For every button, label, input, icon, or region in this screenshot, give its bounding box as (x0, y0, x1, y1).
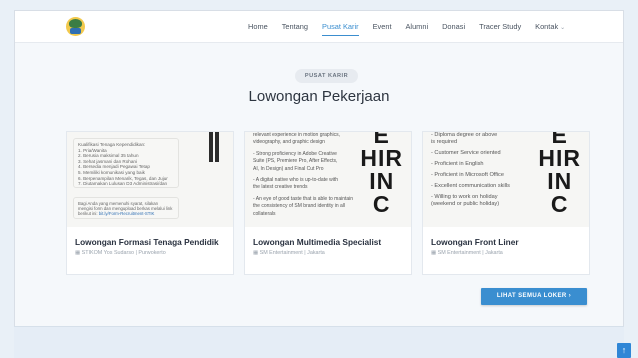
poster-line: relevant experience in motion graphics, (253, 132, 340, 138)
poster-line: Suite (PS, Premiere Pro, After Effects, (253, 158, 338, 165)
site-header: Home Tentang Pusat Karir Event Alumni Do… (15, 11, 623, 43)
footer-strip (14, 326, 624, 358)
poster-line: - Strong proficiency in Adobe Creative (253, 150, 337, 157)
job-card-meta: ▦ SM Entertainment | Jakarta (253, 250, 325, 256)
poster-link: bit.ly/Form-Recruitment-STIK (98, 211, 155, 217)
poster-big-line: IN (369, 168, 395, 194)
poster-line: - Customer Service oriented (431, 150, 501, 156)
poster-line: the latest creative trends (253, 184, 308, 191)
nav-home[interactable]: Home (248, 11, 268, 43)
chevron-down-icon: ⌄ (560, 24, 566, 31)
poster-requirements: relevant experience in motion graphics, … (253, 132, 365, 218)
poster-line: - Excellent communication skills (431, 183, 510, 189)
building-icon: ▦ (431, 250, 437, 256)
company-name: SM Entertainment | Jakarta (259, 250, 325, 256)
poster-big-line: HIR (538, 145, 581, 171)
job-card-title[interactable]: Lowongan Front Liner (431, 237, 519, 247)
nav-event[interactable]: Event (373, 11, 392, 43)
nav-kontak-label: Kontak (535, 21, 559, 31)
main-nav: Home Tentang Pusat Karir Event Alumni Do… (248, 11, 565, 43)
poster-line: - Proficient in English (431, 161, 484, 167)
nav-tentang[interactable]: Tentang (282, 11, 308, 43)
poster-hiring-text: E HIR IN C (538, 132, 581, 216)
poster-line: AI, In Design) and Final Cut Pro (253, 165, 324, 172)
job-card-title[interactable]: Lowongan Formasi Tenaga Pendidik (75, 237, 219, 247)
job-card[interactable]: relevant experience in motion graphics, … (244, 131, 412, 275)
building-icon: ▦ (253, 250, 259, 256)
nav-kontak[interactable]: Kontak ⌄ (535, 11, 565, 44)
company-name: STIKOM Yos Sudarso | Purwokerto (81, 250, 166, 256)
poster-requirements: - Diploma degree or above is required - … (431, 132, 543, 208)
poster-line: - A digital native who is up-to-date wit… (253, 177, 339, 184)
poster-line: - Proficient in Microsoft Office (431, 172, 504, 178)
job-card-poster: - Diploma degree or above is required - … (423, 132, 589, 227)
poster-line: 7. Diutamakan Lulusan D3 Administrasi/da… (78, 181, 168, 187)
job-card-poster: Kualifikasi Tenaga Kependidikan: 1. Pria… (67, 132, 233, 227)
job-card[interactable]: Kualifikasi Tenaga Kependidikan: 1. Pria… (66, 131, 234, 275)
job-card-title[interactable]: Lowongan Multimedia Specialist (253, 237, 381, 247)
nav-pusat-karir[interactable]: Pusat Karir (322, 11, 359, 43)
job-card-meta: ▦ SM Entertainment | Jakarta (431, 250, 503, 256)
poster-big-line: C (550, 191, 569, 217)
page-title: Lowongan Pekerjaan (248, 88, 390, 105)
poster-big-line: IN (547, 168, 573, 194)
poster-line: - Diploma degree or above (431, 132, 498, 138)
job-card-poster: relevant experience in motion graphics, … (245, 132, 411, 227)
poster-line: is required (431, 139, 458, 145)
poster-big-line: C (372, 191, 391, 217)
poster-line: (weekend or public holiday) (431, 201, 500, 207)
building-icon: ▦ (75, 250, 81, 256)
view-all-jobs-button[interactable]: LIHAT SEMUA LOKER › (481, 288, 587, 305)
poster-line: the consistency of SM brand identity in … (253, 203, 345, 210)
job-card[interactable]: - Diploma degree or above is required - … (422, 131, 590, 275)
nav-donasi[interactable]: Donasi (442, 11, 465, 43)
poster-hiring-text: E HIR IN C (360, 132, 403, 216)
poster-line: videography, and graphic design (253, 139, 325, 146)
arrow-up-icon[interactable]: ↑ (617, 343, 631, 358)
company-name: SM Entertainment | Jakarta (437, 250, 503, 256)
poster-line: - An eye of good taste that is able to m… (253, 195, 354, 202)
nav-tracer-study[interactable]: Tracer Study (479, 11, 521, 43)
poster-line: collaterals (253, 210, 276, 217)
poster-note: Bagi Anda yang memenuhi syarat, silakan … (73, 197, 179, 219)
poster-big-line: HIR (360, 145, 403, 171)
poster-line: - Willing to work on holiday (431, 194, 498, 200)
section-pill: PUSAT KARIR (295, 69, 358, 83)
nav-alumni[interactable]: Alumni (406, 11, 429, 43)
person-illustration (207, 132, 221, 164)
job-card-meta: ▦ STIKOM Yos Sudarso | Purwokerto (75, 250, 166, 256)
site-logo[interactable] (66, 17, 85, 36)
poster-requirements: Kualifikasi Tenaga Kependidikan: 1. Pria… (73, 138, 179, 188)
